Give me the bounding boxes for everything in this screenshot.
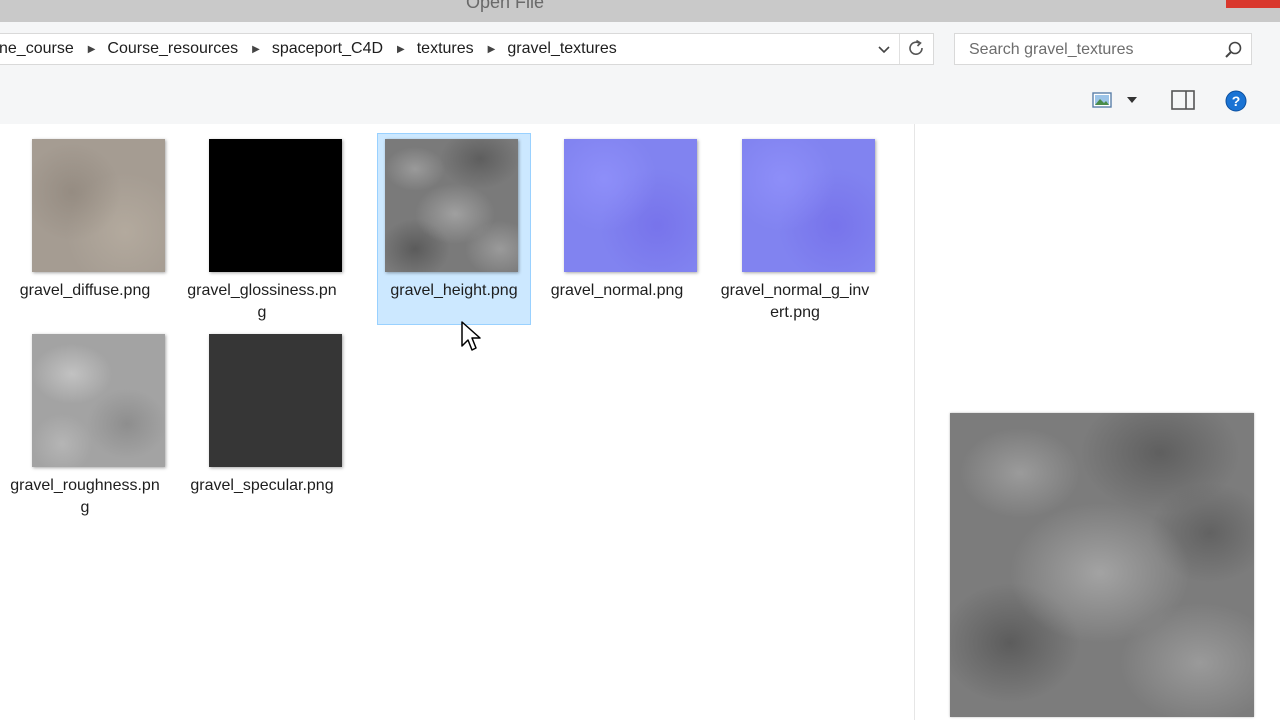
refresh-button[interactable] — [899, 34, 933, 64]
change-view-icon[interactable] — [1091, 89, 1113, 111]
toolbar: ? — [0, 77, 1280, 125]
breadcrumb-item-ne-course[interactable]: ne_course — [0, 40, 74, 58]
preview-pane — [914, 124, 1280, 720]
file-list: gravel_diffuse.png gravel_glossiness.png… — [0, 124, 914, 720]
file-item-gravel-glossiness[interactable]: gravel_glossiness.png — [185, 133, 342, 325]
file-name: gravel_specular.png — [190, 477, 334, 494]
window-title: Open File — [465, 0, 545, 12]
search-box[interactable] — [954, 33, 1252, 65]
title-bar: Open File — [0, 0, 1280, 22]
close-button[interactable] — [1226, 0, 1280, 8]
file-thumbnail — [209, 139, 342, 272]
address-history-chevron-icon[interactable] — [873, 38, 895, 60]
file-name: gravel_roughness.png — [10, 477, 160, 516]
file-name: gravel_normal_g_invert.png — [720, 282, 870, 321]
file-item-gravel-roughness[interactable]: gravel_roughness.png — [8, 328, 165, 520]
file-thumbnail — [209, 334, 342, 467]
search-input[interactable] — [967, 40, 1221, 60]
file-item-gravel-height[interactable]: gravel_height.png — [377, 133, 531, 325]
mouse-cursor-icon — [461, 321, 481, 351]
file-thumbnail — [385, 139, 518, 272]
preview-image — [950, 413, 1254, 717]
file-name: gravel_glossiness.png — [187, 282, 337, 321]
file-name: gravel_normal.png — [550, 282, 684, 299]
file-name: gravel_diffuse.png — [19, 282, 151, 299]
help-icon[interactable]: ? — [1224, 89, 1248, 113]
search-icon[interactable] — [1223, 40, 1243, 60]
file-thumbnail — [32, 139, 165, 272]
address-row: ne_course ▶ Course_resources ▶ spaceport… — [0, 22, 1280, 77]
address-bar[interactable]: ne_course ▶ Course_resources ▶ spaceport… — [0, 33, 934, 65]
breadcrumb-item-course-resources[interactable]: Course_resources — [107, 40, 238, 58]
breadcrumb-separator-icon[interactable]: ▶ — [474, 44, 508, 55]
breadcrumb-separator-icon[interactable]: ▶ — [238, 44, 272, 55]
refresh-icon — [909, 39, 923, 55]
breadcrumb: ne_course ▶ Course_resources ▶ spaceport… — [0, 34, 617, 64]
file-thumbnail — [742, 139, 875, 272]
view-options-chevron-icon[interactable] — [1124, 93, 1140, 107]
svg-text:?: ? — [1232, 93, 1241, 109]
file-item-gravel-normal[interactable]: gravel_normal.png — [540, 133, 697, 325]
file-item-gravel-normal-g-invert[interactable]: gravel_normal_g_invert.png — [718, 133, 875, 325]
preview-pane-icon[interactable] — [1170, 89, 1196, 111]
file-item-gravel-diffuse[interactable]: gravel_diffuse.png — [8, 133, 165, 325]
file-thumbnail — [32, 334, 165, 467]
breadcrumb-item-gravel-textures[interactable]: gravel_textures — [507, 40, 616, 58]
breadcrumb-separator-icon[interactable]: ▶ — [383, 44, 417, 55]
file-item-gravel-specular[interactable]: gravel_specular.png — [185, 328, 342, 520]
breadcrumb-item-textures[interactable]: textures — [417, 40, 474, 58]
file-thumbnail — [564, 139, 697, 272]
breadcrumb-separator-icon[interactable]: ▶ — [74, 44, 108, 55]
file-name: gravel_height.png — [390, 282, 518, 299]
breadcrumb-item-spaceport-c4d[interactable]: spaceport_C4D — [272, 40, 383, 58]
